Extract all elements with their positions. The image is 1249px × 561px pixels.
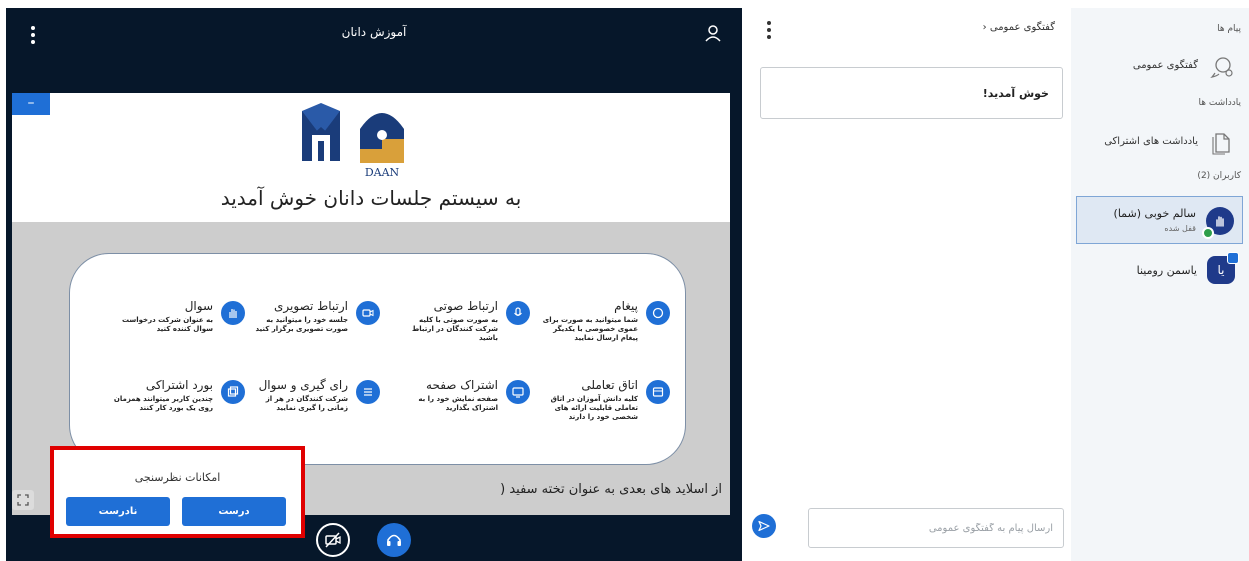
feature-screen-share: اشتراک صفحه صفحه نمایش خود را به اشتراک …	[380, 378, 530, 438]
feature-description: جلسه خود را میتوانید به صورت تصویری برگز…	[255, 316, 348, 333]
user-name: سالم خوبی (شما)	[1113, 207, 1196, 220]
university-logos: DAAN	[302, 103, 404, 179]
feature-description: شرکت کنندگان در هر از زمانی را گیری نمای…	[265, 395, 348, 412]
raised-hand-icon	[1216, 216, 1224, 227]
presentation-title: آموزش دانان	[341, 25, 407, 39]
camera-off-button[interactable]	[316, 523, 350, 557]
users-heading: کاربران (2)	[1197, 171, 1241, 181]
presentation-panel: آموزش دانان – DAAN به سیستم جلسات دانان …	[6, 8, 742, 561]
presenter-badge-icon	[1227, 252, 1239, 264]
hand-icon	[221, 301, 245, 325]
feature-title: بورد اشتراکی	[145, 378, 213, 392]
feature-description: کلیه دانش آموزان در اتاق تعاملی قابلیت ا…	[550, 395, 638, 421]
user-list-item[interactable]: یا یاسمن رومینا	[1076, 252, 1243, 290]
feature-question: سوال به عنوان شرکت درخواست سوال کننده کن…	[95, 299, 245, 359]
public-chat-label: گفتگوی عمومی	[1132, 60, 1198, 71]
chat-welcome-message: خوش آمدید!	[760, 67, 1063, 119]
audio-button[interactable]	[377, 523, 411, 557]
feature-shared-board: بورد اشتراکی چندین کاربر میتوانند همزمان…	[95, 378, 245, 438]
feature-interactive-room: اتاق تعاملی کلیه دانش آموزان در اتاق تعا…	[520, 378, 670, 438]
feature-description: شما میتوانید به صورت برای عموی خصوصی با …	[542, 316, 638, 342]
microphone-icon	[506, 301, 530, 325]
user-list-sidebar: پیام ها گفتگوی عمومی یادداشت ها یادداشت …	[1071, 8, 1249, 561]
shared-notes-label: یادداشت های اشتراکی	[1104, 136, 1198, 147]
chat-back-label: گفتگوی عمومی	[989, 22, 1055, 33]
feature-description: صفحه نمایش خود را به اشتراک بگذارید	[418, 395, 498, 412]
slide-header: – DAAN به سیستم جلسات دانان خوش آمدید	[12, 93, 730, 222]
user-status: قفل شده	[1164, 224, 1196, 233]
feature-video: ارتباط تصویری جلسه خود را میتوانید به صو…	[230, 299, 380, 359]
chat-bubbles-icon	[1210, 57, 1233, 78]
send-message-button[interactable]	[752, 514, 776, 538]
headset-status-icon	[1202, 227, 1214, 239]
chat-back-link[interactable]: گفتگوی عمومی ‹	[983, 22, 1055, 33]
poll-false-button[interactable]: نادرست	[66, 497, 170, 526]
feature-title: پیغام	[614, 299, 638, 313]
board-icon	[221, 380, 245, 404]
headphones-icon	[387, 534, 401, 546]
camera-off-icon	[325, 532, 341, 548]
feature-poll: رای گیری و سوال شرکت کنندگان در هر از زم…	[230, 378, 380, 438]
feature-title: اتاق تعاملی	[581, 378, 638, 392]
feature-message: پیغام شما میتوانید به صورت برای عموی خصو…	[520, 299, 670, 359]
features-card: پیغام شما میتوانید به صورت برای عموی خصو…	[69, 253, 686, 465]
send-icon	[758, 520, 770, 532]
user-list-item-self[interactable]: سالم خوبی (شما) قفل شده	[1076, 196, 1243, 244]
welcome-heading: به سیستم جلسات دانان خوش آمدید	[220, 186, 522, 210]
feature-title: اشتراک صفحه	[426, 378, 498, 392]
feature-description: به صورت صوتی با کلیه شرکت کنندگان در ارت…	[412, 316, 498, 342]
app-root: آموزش دانان – DAAN به سیستم جلسات دانان …	[0, 0, 1249, 561]
feature-title: سوال	[184, 299, 213, 313]
poll-title: امکانات نظرسنجی	[134, 471, 221, 484]
poll-options-popup: امکانات نظرسنجی نادرست درست	[50, 446, 305, 538]
minimize-presentation-button[interactable]: –	[12, 93, 50, 115]
fullscreen-icon	[17, 494, 29, 506]
chat-menu-icon[interactable]	[766, 21, 772, 39]
monitor-icon	[506, 380, 530, 404]
slide-note-text: از اسلاید های بعدی به عنوان تخته سفید (	[500, 482, 722, 497]
daan-logo-text: DAAN	[365, 166, 400, 179]
video-icon	[356, 301, 380, 325]
feature-title: رای گیری و سوال	[258, 378, 348, 392]
messages-heading: پیام ها	[1217, 24, 1241, 34]
feature-description: چندین کاربر میتوانند همزمان روی یک بورد …	[113, 395, 213, 412]
presentation-header: آموزش دانان	[6, 8, 742, 60]
chat-welcome-text: خوش آمدید!	[982, 87, 1049, 100]
user-name: یاسمن رومینا	[1136, 264, 1197, 277]
user-profile-icon[interactable]	[704, 24, 722, 42]
chat-message-input[interactable]	[808, 508, 1064, 548]
public-chat-item[interactable]: گفتگوی عمومی	[1079, 50, 1243, 84]
feature-audio: ارتباط صوتی به صورت صوتی با کلیه شرکت کن…	[380, 299, 530, 359]
feature-title: ارتباط تصویری	[274, 299, 348, 313]
chat-icon	[646, 301, 670, 325]
notes-heading: یادداشت ها	[1198, 98, 1242, 108]
document-icon	[1212, 133, 1230, 155]
feature-description: به عنوان شرکت درخواست سوال کننده کنید	[121, 316, 213, 333]
feature-title: ارتباط صوتی	[433, 299, 498, 313]
room-icon	[646, 380, 670, 404]
chevron-left-icon: ‹	[982, 22, 987, 33]
shared-notes-item[interactable]: یادداشت های اشتراکی	[1079, 126, 1243, 160]
poll-true-button[interactable]: درست	[182, 497, 286, 526]
fullscreen-button[interactable]	[12, 490, 34, 510]
chat-panel: گفتگوی عمومی ‹ خوش آمدید!	[744, 8, 1071, 561]
list-icon	[356, 380, 380, 404]
